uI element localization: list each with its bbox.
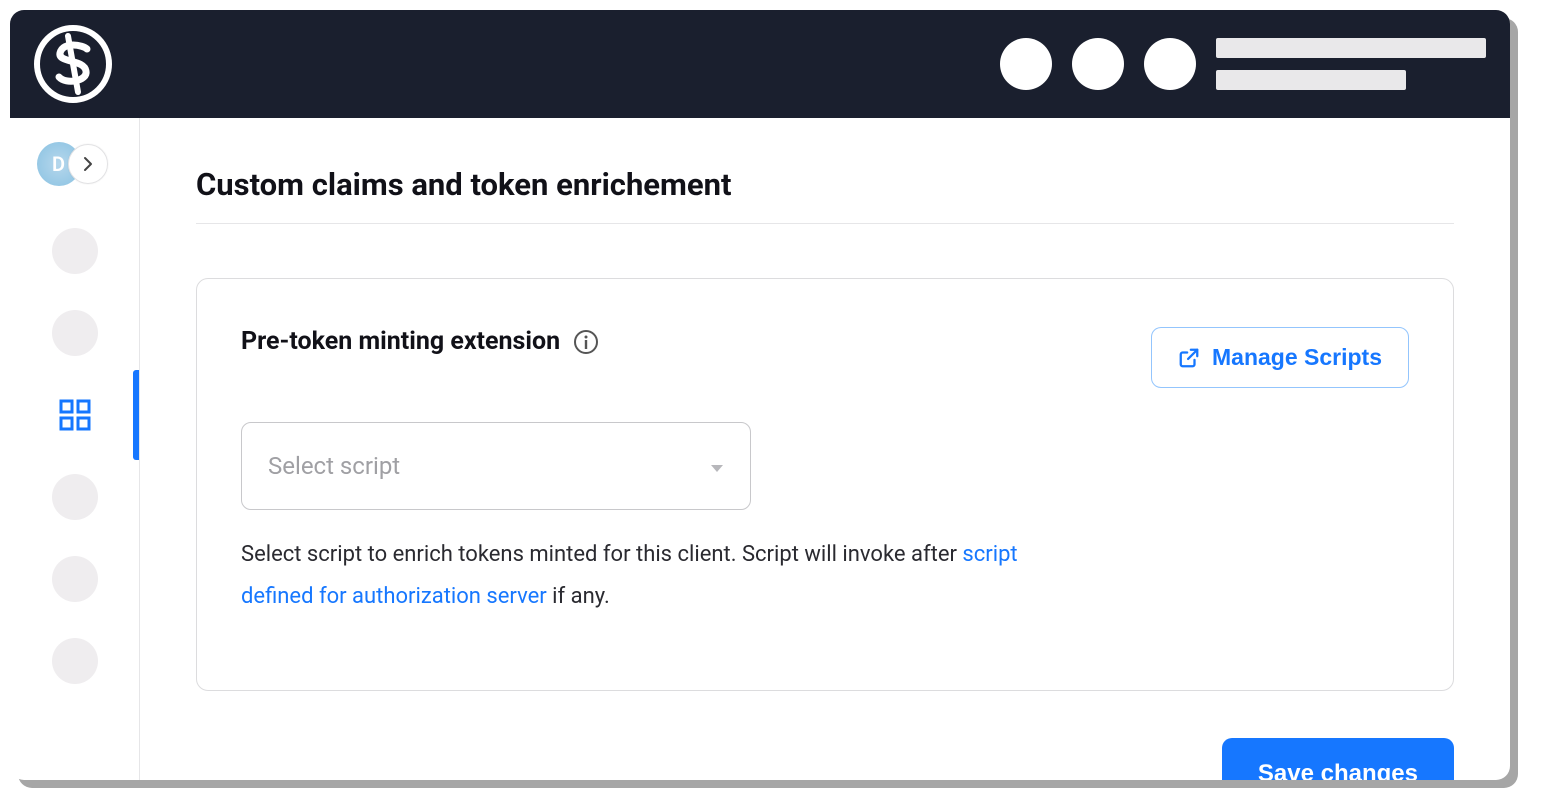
script-select-placeholder: Select script	[268, 452, 400, 480]
sidebar-org-switcher[interactable]: D	[10, 142, 139, 186]
info-icon[interactable]	[574, 330, 598, 354]
topbar-avatar[interactable]	[1144, 38, 1196, 90]
caret-down-icon	[710, 452, 724, 480]
help-text-after: if any.	[547, 584, 610, 609]
save-button[interactable]: Save changes	[1222, 738, 1454, 780]
grid-icon	[58, 398, 92, 432]
topbar-right	[1000, 38, 1486, 90]
sidebar-item-placeholder[interactable]	[52, 474, 98, 520]
sidebar-item-placeholder[interactable]	[52, 310, 98, 356]
help-text-before: Select script to enrich tokens minted fo…	[241, 542, 962, 567]
help-text: Select script to enrich tokens minted fo…	[241, 534, 1081, 618]
top-navbar	[10, 10, 1510, 118]
sidebar-item-placeholder[interactable]	[52, 556, 98, 602]
settings-card: Pre-token minting extension	[196, 278, 1454, 691]
card-title: Pre-token minting extension	[241, 327, 560, 356]
app-window: D	[10, 10, 1510, 780]
sidebar-item-placeholder[interactable]	[52, 638, 98, 684]
app-logo[interactable]	[34, 25, 112, 103]
sidebar-item-placeholder[interactable]	[52, 228, 98, 274]
divider	[196, 223, 1454, 224]
card-header: Pre-token minting extension	[241, 327, 1409, 388]
logo-icon	[34, 25, 112, 103]
topbar-userinfo-placeholder	[1216, 38, 1486, 90]
script-select[interactable]: Select script	[241, 422, 751, 510]
external-link-icon	[1178, 347, 1200, 369]
manage-scripts-label: Manage Scripts	[1212, 344, 1382, 371]
sidebar: D	[10, 118, 140, 780]
card-title-row: Pre-token minting extension	[241, 327, 598, 356]
topbar-placeholder-icon	[1000, 38, 1052, 90]
main-content: Custom claims and token enrichement Pre-…	[140, 118, 1510, 780]
topbar-placeholder-icon	[1072, 38, 1124, 90]
chevron-right-icon	[80, 156, 96, 172]
manage-scripts-button[interactable]: Manage Scripts	[1151, 327, 1409, 388]
sidebar-active-indicator	[133, 370, 139, 460]
placeholder-line	[1216, 38, 1486, 58]
org-avatar-letter: D	[52, 152, 65, 176]
app-body: D	[10, 118, 1510, 780]
placeholder-line	[1216, 70, 1406, 90]
sidebar-expand-button[interactable]	[68, 144, 108, 184]
sidebar-item-apps[interactable]	[52, 392, 98, 438]
info-glyph-icon	[580, 335, 592, 349]
page-title: Custom claims and token enrichement	[196, 166, 1454, 203]
